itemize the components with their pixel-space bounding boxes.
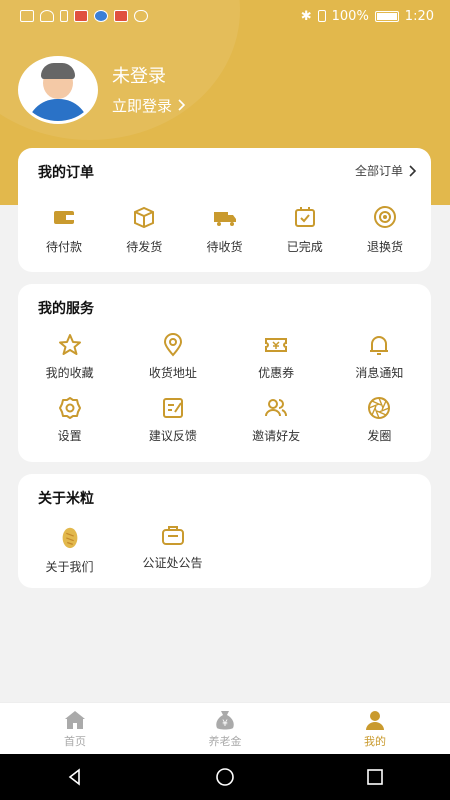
profile-header[interactable]: 未登录 立即登录 (18, 56, 186, 124)
feedback-icon (162, 398, 183, 418)
order-item-label: 已完成 (286, 240, 323, 254)
tab-pension[interactable]: ¥ 养老金 (150, 703, 300, 754)
service-label: 消息通知 (355, 366, 404, 380)
about-card: 关于米粒 关于我们 公证处公告 (18, 474, 431, 588)
order-item-label: 退换货 (366, 240, 403, 254)
about-item-label: 关于我们 (45, 560, 94, 574)
order-item-returns[interactable]: 退换货 (345, 204, 425, 255)
login-status: 未登录 (112, 65, 166, 87)
vibrate-icon (317, 10, 326, 22)
home-circle-icon[interactable] (215, 767, 235, 787)
back-icon[interactable] (65, 767, 85, 787)
return-icon (374, 206, 396, 228)
tab-label: 首页 (64, 734, 86, 748)
about-row: 关于我们 公证处公告 (18, 522, 224, 575)
login-link-label: 立即登录 (112, 96, 173, 115)
app-notification-icon (74, 10, 88, 22)
order-item-completed[interactable]: 已完成 (265, 204, 345, 255)
cloud-icon (134, 10, 148, 22)
order-item-label: 待发货 (126, 240, 163, 254)
service-settings[interactable]: 设置 (18, 395, 121, 444)
wallet-icon (54, 211, 74, 224)
order-status-row: 待付款 待发货 待收货 已完成 退换货 (18, 204, 431, 255)
check-bag-icon (294, 207, 315, 227)
wifi-icon (40, 10, 54, 22)
tab-label: 养老金 (208, 734, 242, 748)
service-label: 建议反馈 (148, 429, 197, 443)
user-avatar[interactable] (18, 56, 98, 124)
app-notification-icon (94, 10, 108, 22)
notice-icon (161, 526, 184, 545)
service-label: 设置 (57, 429, 82, 443)
bell-icon (370, 336, 389, 355)
tab-mine[interactable]: 我的 (300, 703, 450, 754)
battery-percent: 100% (331, 8, 369, 24)
service-notifications[interactable]: 消息通知 (328, 332, 431, 381)
friends-icon (265, 399, 288, 417)
system-navigation-bar (0, 754, 450, 800)
gear-icon (58, 397, 81, 419)
notary-notice[interactable]: 公证处公告 (121, 522, 224, 575)
app-notification-icon (114, 10, 128, 22)
login-link[interactable]: 立即登录 (112, 95, 186, 116)
chevron-right-icon (409, 164, 417, 177)
bluetooth-icon: ✱ (300, 8, 312, 24)
clock: 1:20 (404, 8, 434, 24)
about-us[interactable]: 关于我们 (18, 522, 121, 575)
service-label: 优惠券 (258, 366, 295, 380)
service-label: 收货地址 (148, 366, 197, 380)
order-item-pending-shipment[interactable]: 待发货 (104, 204, 184, 255)
about-item-label: 公证处公告 (142, 556, 203, 570)
order-item-label: 待付款 (45, 240, 82, 254)
service-coupons[interactable]: 优惠券 (225, 332, 328, 381)
location-icon (163, 333, 182, 357)
orders-card: 我的订单 全部订单 待付款 待发货 待收货 已完成 退换货 (18, 148, 431, 272)
recents-icon[interactable] (365, 767, 385, 787)
sim-icon (20, 10, 34, 22)
home-icon (65, 710, 85, 729)
services-title: 我的服务 (38, 301, 94, 317)
all-orders-label: 全部订单 (354, 164, 403, 178)
status-bar: ✱ 100% 1:20 (0, 0, 450, 32)
chevron-right-icon (178, 99, 186, 111)
order-item-pending-payment[interactable]: 待付款 (24, 204, 104, 255)
status-icons-left (20, 10, 148, 22)
aperture-icon (368, 397, 391, 419)
service-moments[interactable]: 发圈 (328, 395, 431, 444)
avatar-body (27, 99, 89, 121)
all-orders-link[interactable]: 全部订单 (355, 162, 417, 179)
status-icons-right: ✱ 100% 1:20 (301, 9, 434, 24)
tab-label: 我的 (364, 734, 386, 748)
coupon-icon (265, 338, 288, 352)
battery-icon (374, 10, 399, 22)
service-feedback[interactable]: 建议反馈 (121, 395, 224, 444)
service-invite-friends[interactable]: 邀请好友 (225, 395, 328, 444)
rice-grain-icon (62, 527, 77, 549)
service-label: 邀请好友 (252, 429, 301, 443)
services-card: 我的服务 我的收藏 收货地址 优惠券 消息通知 设置 建议反馈 邀请好友 发圈 (18, 284, 431, 462)
service-label: 发圈 (367, 429, 392, 443)
svg-text:¥: ¥ (222, 719, 228, 729)
service-favorites[interactable]: 我的收藏 (18, 332, 121, 381)
orders-title: 我的订单 (38, 165, 94, 181)
profile-text: 未登录 立即登录 (112, 65, 186, 116)
avatar-hair (41, 63, 75, 79)
service-label: 我的收藏 (45, 366, 94, 380)
star-icon (58, 334, 81, 355)
services-grid: 我的收藏 收货地址 优惠券 消息通知 设置 建议反馈 邀请好友 发圈 (18, 332, 431, 444)
person-icon (366, 710, 384, 730)
box-icon (134, 206, 155, 229)
order-item-pending-receipt[interactable]: 待收货 (185, 204, 265, 255)
bottom-tab-bar: 首页 ¥ 养老金 我的 (0, 702, 450, 754)
money-bag-icon: ¥ (216, 710, 234, 729)
about-title: 关于米粒 (38, 491, 94, 507)
service-address[interactable]: 收货地址 (121, 332, 224, 381)
tab-home[interactable]: 首页 (0, 703, 150, 754)
order-item-label: 待收货 (206, 240, 243, 254)
usb-icon (60, 10, 68, 22)
truck-icon (213, 212, 236, 226)
